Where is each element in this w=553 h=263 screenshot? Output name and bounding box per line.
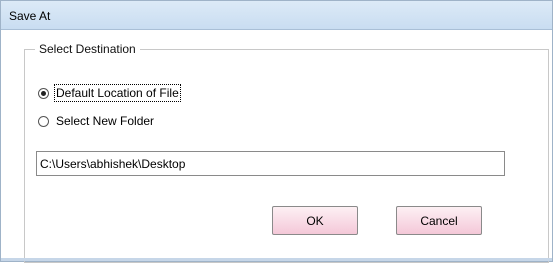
radio-select-new-folder[interactable]: Select New Folder (38, 114, 154, 128)
group-legend: Select Destination (35, 42, 140, 56)
cancel-button[interactable]: Cancel (396, 206, 482, 235)
radio-label-default-location[interactable]: Default Location of File (54, 84, 181, 102)
window-title: Save At (9, 9, 51, 23)
radio-button-checked[interactable] (38, 87, 49, 99)
destination-path-input[interactable] (36, 151, 505, 176)
window-bottom-border (1, 258, 552, 261)
radio-button-unchecked[interactable] (38, 115, 49, 127)
save-at-dialog: Save At Select Destination Default Locat… (0, 0, 553, 263)
radio-default-location[interactable]: Default Location of File (38, 84, 181, 102)
dialog-content: Select Destination Default Location of F… (1, 30, 552, 263)
radio-label-select-new-folder[interactable]: Select New Folder (56, 114, 154, 128)
title-bar[interactable]: Save At (1, 1, 552, 30)
ok-button[interactable]: OK (272, 206, 358, 235)
